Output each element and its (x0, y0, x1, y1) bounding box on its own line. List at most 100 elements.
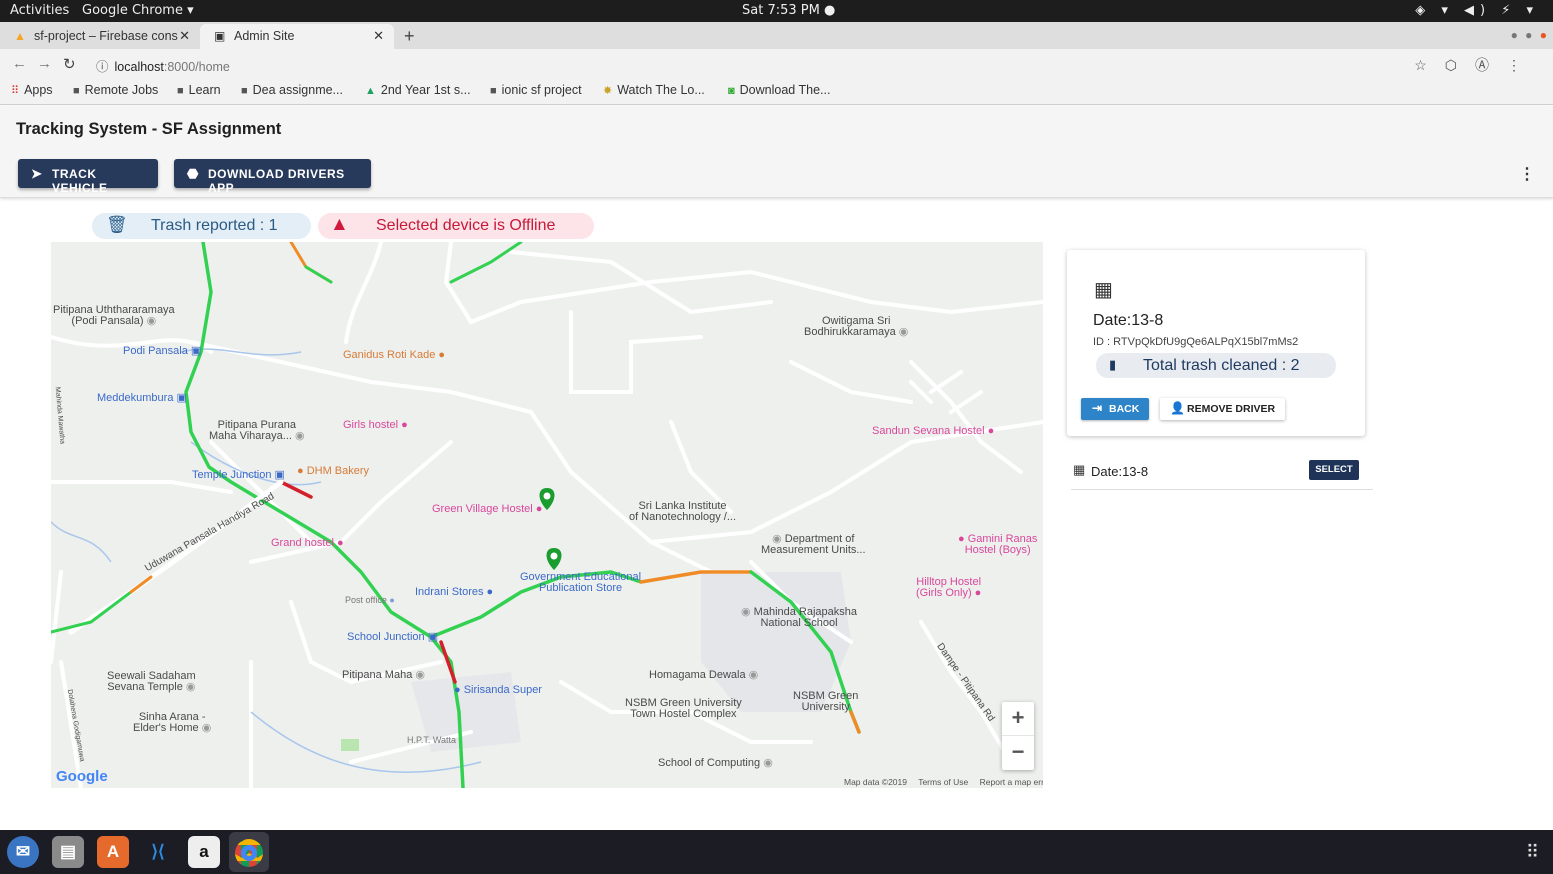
tab-admin-site[interactable]: ▣ Admin Site ✕ (200, 24, 394, 49)
folder-icon: ■ (177, 85, 184, 97)
track-vehicle-button[interactable]: ➤ TRACK VEHICLE (18, 159, 158, 195)
window-controls[interactable]: ● ● ● (1511, 28, 1549, 42)
poi-label[interactable]: Green Village Hostel ● (432, 504, 542, 515)
trash-reported-chip: 🗑 Trash reported : 1 (92, 213, 311, 239)
folder-icon: ■ (490, 85, 497, 97)
close-tab-icon[interactable]: ✕ (373, 28, 384, 44)
poi-label[interactable]: Temple Junction ▣ (192, 470, 285, 481)
poi-label[interactable]: School of Computing ◉ (658, 758, 773, 769)
poi-label[interactable]: Homagama Dewala ◉ (649, 670, 758, 681)
drive-icon: ▲ (365, 85, 376, 97)
poi-label[interactable]: NSBM Green University (793, 691, 858, 713)
poi-label[interactable]: ● Sirisanda Super (454, 685, 542, 696)
bookmark-watch[interactable]: ✸ Watch The Lo... (603, 83, 705, 97)
app-toolbar: Tracking System - SF Assignment ➤ TRACK … (0, 106, 1553, 198)
toolbar-icons[interactable]: ☆⬡Ⓐ⋮ (1414, 55, 1539, 75)
bookmark-download[interactable]: ◙ Download The... (728, 83, 830, 97)
poi-label[interactable]: ◉ Department of Measurement Units... (761, 534, 866, 556)
tab-title: Admin Site (234, 29, 295, 43)
bookmark-learn[interactable]: ■ Learn (177, 83, 221, 97)
poi-label[interactable]: Indrani Stores ● (415, 587, 493, 598)
map-footer: Map data ©2019 Terms of Use Report a map… (844, 777, 1043, 787)
activities-button[interactable]: Activities (10, 3, 69, 18)
bookmarks-bar: ⠿ Apps ■ Remote Jobs ■ Learn ■ Dea assignme.… (0, 79, 1553, 105)
poi-label[interactable]: Hilltop Hostel (Girls Only) ● (916, 577, 981, 599)
android-icon: ⬣ (187, 166, 199, 181)
tab-firebase[interactable]: ▲ sf-project – Firebase cons ✕ (0, 24, 200, 49)
poi-label[interactable]: Pitipana Uththararamaya (Podi Pansala) ◉ (53, 305, 175, 327)
more-vert-icon[interactable]: ⋮ (1519, 164, 1535, 184)
system-tray[interactable]: ◈ ▾ ◀) ⚡ ▾ (1415, 3, 1539, 18)
detail-date: Date:13-8 (1093, 312, 1164, 329)
back-button[interactable]: ⇥ BACK (1081, 398, 1149, 420)
poi-label[interactable]: Owitigama Sri Bodhirukkaramaya ◉ (804, 316, 908, 338)
poi-label[interactable]: Girls hostel ● (343, 420, 408, 431)
zoom-out-button[interactable]: − (1002, 736, 1034, 770)
terms-link[interactable]: Terms of Use (918, 777, 968, 787)
app-menu[interactable]: Google Chrome ▾ (82, 3, 194, 18)
os-taskbar: ✉ ▤ A ⟩⟨ a ⠿ (0, 830, 1553, 874)
driver-detail-card: ▦ Date:13-8 ID : RTVpQkDfU9gQe6ALPqX15bl… (1067, 250, 1365, 436)
poi-label[interactable]: ◉ Mahinda Rajapaksha National School (741, 607, 857, 629)
total-cleaned-chip: ▮ Total trash cleaned : 2 (1096, 353, 1336, 378)
info-icon[interactable]: ⓘ (96, 60, 109, 74)
remove-driver-button[interactable]: 👤 REMOVE DRIVER (1160, 398, 1285, 420)
clock[interactable]: Sat 7:53 PM ● (742, 3, 835, 18)
zoom-in-button[interactable]: + (1002, 702, 1034, 736)
star-icon: ✸ (603, 85, 613, 97)
poi-label[interactable]: Meddekumbura ▣ (97, 393, 187, 404)
poi-label[interactable]: Grand hostel ● (271, 538, 344, 549)
firebase-icon: ▲ (14, 29, 26, 43)
poi-label[interactable]: Sri Lanka Institute of Nanotechnology /.… (629, 501, 736, 523)
poi-label[interactable]: Government Educational Publication Store (520, 572, 641, 594)
bookmark-apps[interactable]: ⠿ Apps (11, 83, 53, 97)
warning-icon: ▲ (330, 214, 349, 235)
thunderbird-icon[interactable]: ✉ (7, 836, 39, 868)
poi-label[interactable]: School Junction ▣ (347, 632, 438, 643)
page-icon: ◙ (728, 85, 735, 97)
select-button[interactable]: SELECT (1309, 460, 1359, 480)
poi-label[interactable]: Seewali Sadaham Sevana Temple ◉ (107, 671, 196, 693)
vehicle-marker[interactable] (546, 548, 562, 570)
area-label: H.P.T. Watta (407, 735, 457, 745)
poi-label[interactable]: Pitipana Maha ◉ (342, 670, 425, 681)
map[interactable]: Pitipana Uththararamaya (Podi Pansala) ◉… (51, 242, 1043, 788)
new-tab-icon[interactable]: + (404, 26, 415, 47)
bookmark-dea[interactable]: ■ Dea assignme... (241, 83, 343, 97)
bookmark-ionic[interactable]: ■ ionic sf project (490, 83, 582, 97)
poi-label[interactable]: Sandun Sevana Hostel ● (872, 426, 994, 437)
tab-strip: ▲ sf-project – Firebase cons ✕ ▣ Admin S… (0, 22, 1553, 49)
poi-label[interactable]: Post office ● (345, 595, 395, 606)
report-error-link[interactable]: Report a map error (980, 777, 1043, 787)
os-top-bar: Activities Google Chrome ▾ Sat 7:53 PM ●… (0, 0, 1553, 22)
poi-label[interactable]: NSBM Green University Town Hostel Comple… (625, 698, 742, 720)
apps-icon: ⠿ (11, 85, 20, 97)
download-drivers-app-button[interactable]: ⬣ DOWNLOAD DRIVERS APP (174, 159, 371, 195)
poi-label[interactable]: Sinha Arana - Elder's Home ◉ (133, 712, 211, 734)
url-field[interactable]: ⓘ localhost:8000/home (96, 56, 230, 75)
driver-id: ID : RTVpQkDfU9gQe6ALPqX15bl7mMs2 (1093, 336, 1299, 348)
poi-label[interactable]: ● DHM Bakery (297, 466, 369, 477)
bookmark-2nd-year[interactable]: ▲ 2nd Year 1st s... (365, 83, 471, 97)
reload-icon[interactable]: ↻ (63, 55, 76, 73)
close-tab-icon[interactable]: ✕ (179, 28, 190, 44)
amazon-icon[interactable]: a (188, 836, 220, 868)
list-item: ▦ Date:13-8 SELECT (1071, 457, 1373, 490)
show-apps-icon[interactable]: ⠿ (1526, 842, 1539, 863)
poi-label[interactable]: ● Gamini Ranas Hostel (Boys) (958, 534, 1037, 556)
calendar-icon: ▦ (1094, 279, 1113, 301)
back-arrow-icon[interactable]: ← (12, 55, 27, 72)
calendar-icon: ▦ (1073, 462, 1086, 477)
chrome-icon[interactable] (229, 832, 269, 872)
vscode-icon[interactable]: ⟩⟨ (142, 836, 174, 868)
poi-label[interactable]: Podi Pansala ▣ (123, 346, 201, 357)
forward-arrow-icon[interactable]: → (37, 55, 52, 72)
files-icon[interactable]: ▤ (52, 836, 84, 868)
software-center-icon[interactable]: A (97, 836, 129, 868)
poi-label[interactable]: Ganidus Roti Kade ● (343, 350, 445, 361)
page-title: Tracking System - SF Assignment (16, 120, 282, 138)
bookmark-remote-jobs[interactable]: ■ Remote Jobs (73, 83, 158, 97)
poi-label[interactable]: Pitipana Purana Maha Viharaya... ◉ (209, 420, 305, 442)
google-logo: Google (56, 768, 108, 785)
send-icon: ➤ (31, 166, 43, 181)
